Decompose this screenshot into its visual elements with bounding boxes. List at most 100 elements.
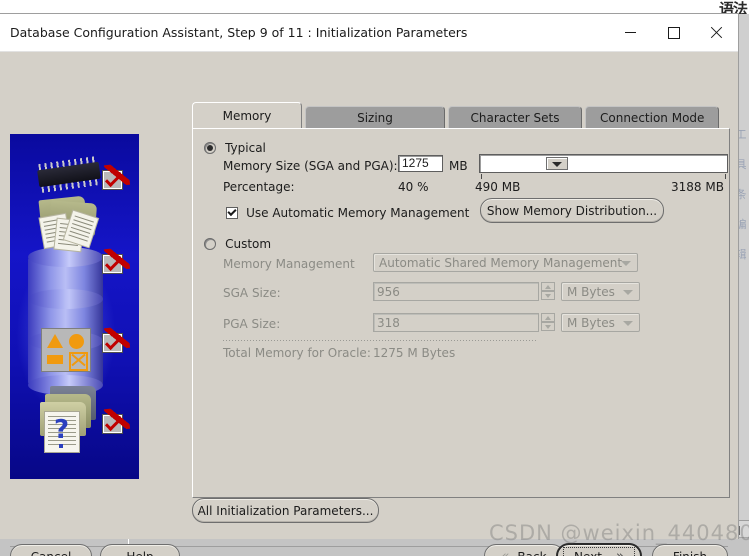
dbca-dialog-window: Database Configuration Assistant, Step 9… bbox=[0, 14, 738, 556]
help-button[interactable]: Help bbox=[100, 544, 180, 556]
slider-min-label: 490 MB bbox=[475, 180, 521, 194]
chevron-down-icon bbox=[623, 321, 633, 326]
typical-radio-label: Typical bbox=[225, 141, 266, 155]
question-dot bbox=[59, 444, 63, 448]
memory-management-value: Automatic Shared Memory Management bbox=[379, 256, 623, 270]
percentage-label: Percentage: bbox=[223, 180, 295, 194]
folders-documents-icon bbox=[36, 195, 98, 256]
tab-sizing-label: Sizing bbox=[357, 110, 393, 125]
cancel-label: Cancel bbox=[31, 550, 72, 556]
tab-bar: Memory Sizing Character Sets Connection … bbox=[192, 102, 722, 128]
show-memory-distribution-button[interactable]: Show Memory Distribution... bbox=[480, 198, 664, 223]
window-controls bbox=[609, 14, 738, 51]
pga-spinner-up-icon[interactable] bbox=[541, 313, 555, 322]
custom-section-separator bbox=[223, 340, 538, 341]
title-bar: Database Configuration Assistant, Step 9… bbox=[0, 14, 738, 52]
chip-legs-bottom bbox=[41, 178, 100, 193]
back-label: Back bbox=[517, 550, 546, 556]
pga-size-unit-combo[interactable]: M Bytes bbox=[561, 313, 640, 332]
all-initialization-parameters-label: All Initialization Parameters... bbox=[197, 503, 374, 518]
memory-size-label: Memory Size (SGA and PGA): bbox=[223, 159, 398, 173]
sga-size-spinner[interactable] bbox=[541, 282, 555, 301]
checkmark-icon-3 bbox=[104, 335, 121, 351]
bar-shape-icon bbox=[47, 355, 63, 364]
memory-size-slider[interactable] bbox=[479, 154, 728, 173]
chevron-down-icon bbox=[623, 290, 633, 295]
triangle-shape-icon bbox=[47, 334, 63, 348]
cylinder-ring-mid1 bbox=[28, 289, 103, 309]
question-document: ? bbox=[45, 412, 79, 452]
back-arrow-icon: « bbox=[501, 549, 509, 556]
memory-management-combo[interactable]: Automatic Shared Memory Management bbox=[373, 253, 638, 272]
tab-connection-mode-label: Connection Mode bbox=[600, 110, 705, 125]
finish-label: Finish bbox=[673, 550, 707, 556]
total-memory-label: Total Memory for Oracle: bbox=[223, 346, 371, 360]
slider-max-label: 3188 MB bbox=[671, 180, 724, 194]
auto-memory-management-checkbox-indicator bbox=[226, 207, 238, 219]
chip-legs-top bbox=[38, 156, 97, 171]
finish-button[interactable]: Finish bbox=[652, 544, 728, 556]
pga-size-unit: M Bytes bbox=[567, 316, 615, 330]
tab-connection-mode[interactable]: Connection Mode bbox=[585, 106, 720, 128]
close-button[interactable] bbox=[695, 14, 738, 51]
next-arrow-icon: » bbox=[616, 549, 624, 556]
maximize-button[interactable] bbox=[652, 14, 695, 51]
tab-memory[interactable]: Memory bbox=[192, 102, 302, 128]
minimize-icon bbox=[625, 32, 636, 33]
memory-size-slider-thumb[interactable] bbox=[546, 157, 568, 170]
custom-radio-indicator bbox=[204, 238, 216, 250]
custom-radio-label: Custom bbox=[225, 237, 272, 251]
crossed-box-shape-icon bbox=[69, 352, 88, 371]
pga-size-label: PGA Size: bbox=[223, 317, 281, 331]
background-window-strip bbox=[0, 0, 749, 14]
next-button[interactable]: Next » bbox=[556, 543, 642, 556]
screen-root: 语法 工 具 条 编 辑 Standard Database Component… bbox=[0, 0, 749, 556]
close-icon bbox=[710, 26, 723, 39]
sga-size-field[interactable]: 956 bbox=[373, 282, 539, 301]
back-button[interactable]: « Back bbox=[484, 544, 564, 556]
checkmark-icon-1 bbox=[104, 172, 121, 188]
memory-management-label: Memory Management bbox=[223, 257, 355, 271]
circle-shape-icon bbox=[69, 334, 84, 349]
tab-character-sets-label: Character Sets bbox=[470, 110, 560, 125]
sga-size-label: SGA Size: bbox=[223, 286, 281, 300]
tab-character-sets[interactable]: Character Sets bbox=[448, 106, 582, 128]
chevron-down-icon bbox=[621, 261, 631, 266]
auto-memory-management-label: Use Automatic Memory Management bbox=[246, 206, 470, 220]
sga-size-unit: M Bytes bbox=[567, 285, 615, 299]
next-label: Next bbox=[574, 550, 602, 556]
tab-sizing[interactable]: Sizing bbox=[305, 106, 445, 128]
percentage-value: 40 % bbox=[398, 180, 429, 194]
memory-size-unit: MB bbox=[449, 159, 468, 173]
checkmark-icon-2 bbox=[104, 256, 121, 272]
next-button-focus-ring: Next » bbox=[563, 547, 635, 556]
question-documents-icon: ? bbox=[34, 386, 104, 458]
memory-size-input[interactable] bbox=[398, 155, 443, 172]
database-cylinder-icon bbox=[28, 246, 103, 396]
show-memory-distribution-label: Show Memory Distribution... bbox=[486, 203, 658, 218]
slider-tick-min bbox=[481, 174, 482, 179]
sga-size-unit-combo[interactable]: M Bytes bbox=[561, 282, 640, 301]
pga-size-spinner[interactable] bbox=[541, 313, 555, 332]
cancel-button[interactable]: Cancel bbox=[10, 544, 92, 556]
pga-size-field[interactable]: 318 bbox=[373, 313, 539, 332]
memory-tab-panel: Typical Memory Size (SGA and PGA): MB Pe… bbox=[192, 128, 730, 498]
dialog-body: ? Memory Sizing Character Sets Connectio… bbox=[0, 52, 738, 556]
slider-tick-max bbox=[725, 174, 726, 179]
tab-memory-label: Memory bbox=[222, 108, 272, 123]
minimize-button[interactable] bbox=[609, 14, 652, 51]
typical-radio[interactable]: Typical bbox=[204, 137, 266, 156]
total-memory-value: 1275 M Bytes bbox=[373, 346, 456, 360]
auto-memory-management-checkbox[interactable]: Use Automatic Memory Management bbox=[226, 202, 469, 221]
memory-chip-icon bbox=[37, 156, 101, 193]
sga-spinner-up-icon[interactable] bbox=[541, 282, 555, 291]
oracle-splash-graphic: ? bbox=[10, 134, 139, 479]
shapes-palette-icon bbox=[42, 329, 90, 371]
help-label: Help bbox=[126, 550, 153, 556]
all-initialization-parameters-button[interactable]: All Initialization Parameters... bbox=[192, 498, 379, 523]
pga-spinner-down-icon[interactable] bbox=[541, 322, 555, 331]
sga-spinner-down-icon[interactable] bbox=[541, 291, 555, 300]
window-title: Database Configuration Assistant, Step 9… bbox=[10, 25, 468, 40]
custom-radio[interactable]: Custom bbox=[204, 233, 271, 252]
question-mark-icon: ? bbox=[54, 415, 70, 445]
